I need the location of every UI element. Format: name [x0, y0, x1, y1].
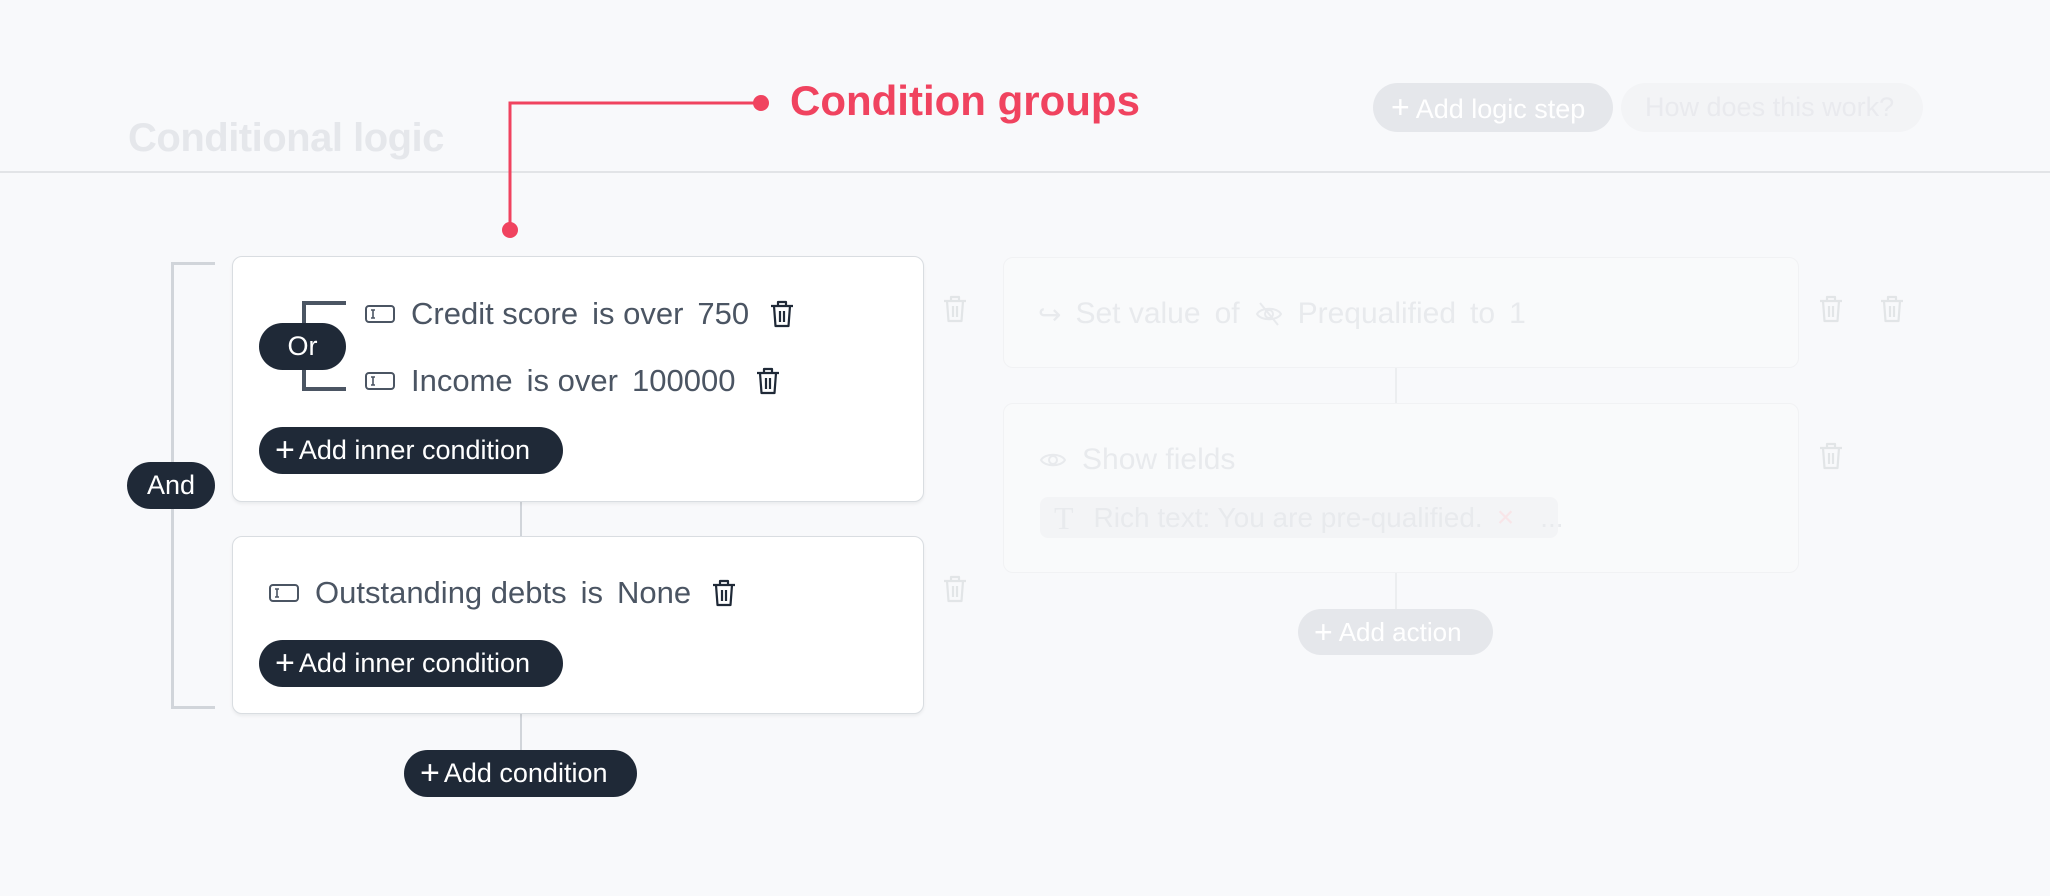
and-bracket-top [171, 262, 215, 265]
set-value-arrow-icon: ↪ [1038, 298, 1062, 330]
callout-dot-end [753, 95, 769, 111]
add-action-label: Add action [1338, 617, 1462, 647]
add-inner-condition-button[interactable]: + Add inner condition [259, 427, 563, 474]
add-action-button[interactable]: + Add action [1298, 609, 1493, 655]
action-to: to [1470, 297, 1496, 330]
field-chip-label: Rich text: You are pre-qualified. [1093, 502, 1483, 533]
connector-line [520, 502, 522, 536]
connector-line [1395, 573, 1397, 609]
text-field-icon [365, 305, 395, 323]
text-field-icon [365, 372, 395, 390]
trash-icon[interactable] [755, 366, 781, 396]
plus-icon: + [275, 644, 295, 682]
add-inner-condition-button[interactable]: + Add inner condition [259, 640, 563, 687]
action-verb[interactable]: Set value [1075, 297, 1200, 331]
add-condition-button[interactable]: + Add condition [404, 750, 637, 797]
condition-row: Outstanding debts is None [269, 573, 737, 613]
eye-icon [1039, 453, 1067, 467]
action-card [1003, 403, 1799, 573]
trash-icon[interactable] [769, 299, 795, 329]
condition-operator[interactable]: is over [527, 363, 618, 399]
and-operator-toggle[interactable]: And [127, 462, 215, 509]
condition-value[interactable]: 100000 [632, 363, 735, 399]
condition-field[interactable]: Income [411, 363, 513, 399]
add-inner-condition-label: Add inner condition [298, 648, 531, 678]
text-field-icon [269, 584, 299, 602]
plus-icon: + [1314, 614, 1333, 650]
trash-icon[interactable] [942, 574, 968, 604]
condition-row: Income is over 100000 [365, 361, 781, 401]
add-condition-label: Add condition [443, 758, 608, 788]
trash-icon[interactable] [1818, 441, 1844, 471]
trash-icon[interactable] [711, 578, 737, 608]
trash-icon[interactable] [1879, 294, 1905, 324]
action-verb[interactable]: Show fields [1082, 443, 1235, 477]
connector-line [520, 714, 522, 750]
action-of: of [1214, 297, 1240, 330]
condition-field[interactable]: Credit score [411, 296, 578, 332]
condition-row: Credit score is over 750 [365, 294, 795, 334]
condition-value[interactable]: None [617, 575, 691, 611]
plus-icon: + [420, 754, 440, 792]
trash-icon[interactable] [1818, 294, 1844, 324]
callout-line [508, 101, 761, 230]
condition-operator[interactable]: is over [592, 296, 683, 332]
condition-operator[interactable]: is [581, 575, 603, 611]
callout-dot-start [502, 222, 518, 238]
action-value[interactable]: 1 [1509, 297, 1526, 331]
plus-icon: + [275, 431, 295, 469]
more-fields-ellipsis[interactable]: ... [1540, 502, 1563, 534]
eye-off-icon [1255, 302, 1282, 326]
condition-group-card [232, 536, 924, 714]
condition-value[interactable]: 750 [697, 296, 749, 332]
field-chip-content: T Rich text: You are pre-qualified. × ..… [1054, 498, 1564, 538]
add-inner-condition-label: Add inner condition [298, 435, 531, 465]
or-bracket-top [302, 301, 346, 305]
trash-icon[interactable] [942, 294, 968, 324]
condition-field[interactable]: Outstanding debts [315, 575, 567, 611]
text-type-icon: T [1054, 499, 1074, 536]
action-row: Show fields [1038, 440, 1235, 480]
or-bracket-bottom [302, 387, 346, 391]
action-field[interactable]: Prequalified [1298, 297, 1456, 331]
action-row: ↪ Set value of Prequalified to 1 [1038, 294, 1526, 334]
annotation-label: Condition groups [790, 77, 1140, 124]
and-bracket-bottom [171, 706, 215, 709]
connector-line [1395, 368, 1397, 403]
remove-chip-icon[interactable]: × [1497, 501, 1515, 535]
or-operator-toggle[interactable]: Or [259, 323, 346, 370]
